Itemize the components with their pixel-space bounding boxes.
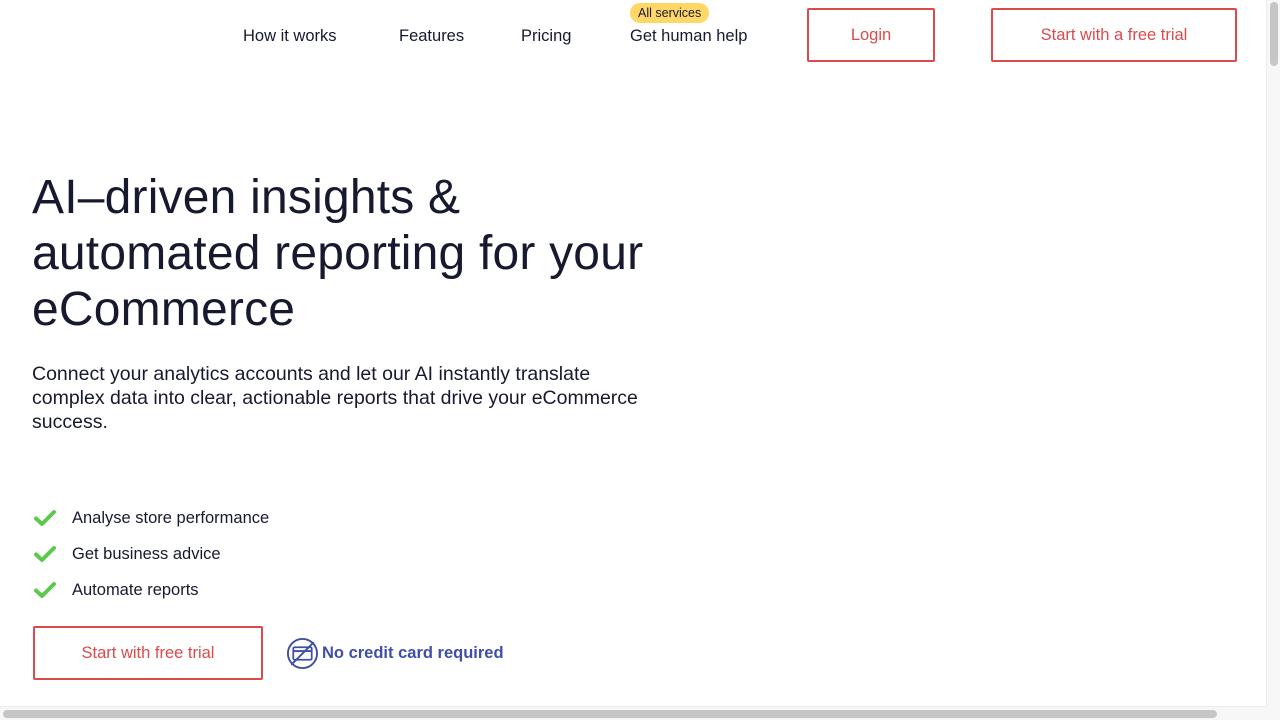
vertical-scrollbar[interactable] [1266,0,1280,706]
feature-label: Analyse store performance [72,508,270,527]
landing-page: How it works Features Pricing All servic… [0,0,1266,706]
feature-item: Analyse store performance [34,500,269,536]
no-credit-card-icon [286,637,319,669]
check-icon [34,510,56,526]
nav-link-get-human-help[interactable]: Get human help [630,26,747,46]
feature-label: Get business advice [72,544,221,563]
no-credit-card-note: No credit card required [286,636,504,670]
hero-title: AI–driven insights & automated reporting… [32,171,644,336]
feature-list: Analyse store performance Get business a… [34,500,269,608]
check-icon [34,546,56,562]
hero-subtitle: Connect your analytics accounts and let … [32,363,638,433]
nav-link-features[interactable]: Features [399,26,464,46]
feature-item: Automate reports [34,572,269,608]
horizontal-scrollbar[interactable] [0,706,1266,720]
login-button[interactable]: Login [807,8,935,62]
feature-item: Get business advice [34,536,269,572]
nav-link-pricing[interactable]: Pricing [521,26,571,46]
nav-free-trial-button[interactable]: Start with a free trial [991,8,1237,62]
all-services-badge: All services [630,3,710,23]
scrollbar-corner [1266,706,1280,720]
hero-free-trial-button[interactable]: Start with free trial [33,626,263,680]
vertical-scrollbar-thumb[interactable] [1270,2,1278,66]
nav-link-how-it-works[interactable]: How it works [243,26,337,46]
check-icon [34,582,56,598]
feature-label: Automate reports [72,580,199,599]
no-credit-card-label: No credit card required [322,643,504,662]
horizontal-scrollbar-thumb[interactable] [3,710,1217,718]
